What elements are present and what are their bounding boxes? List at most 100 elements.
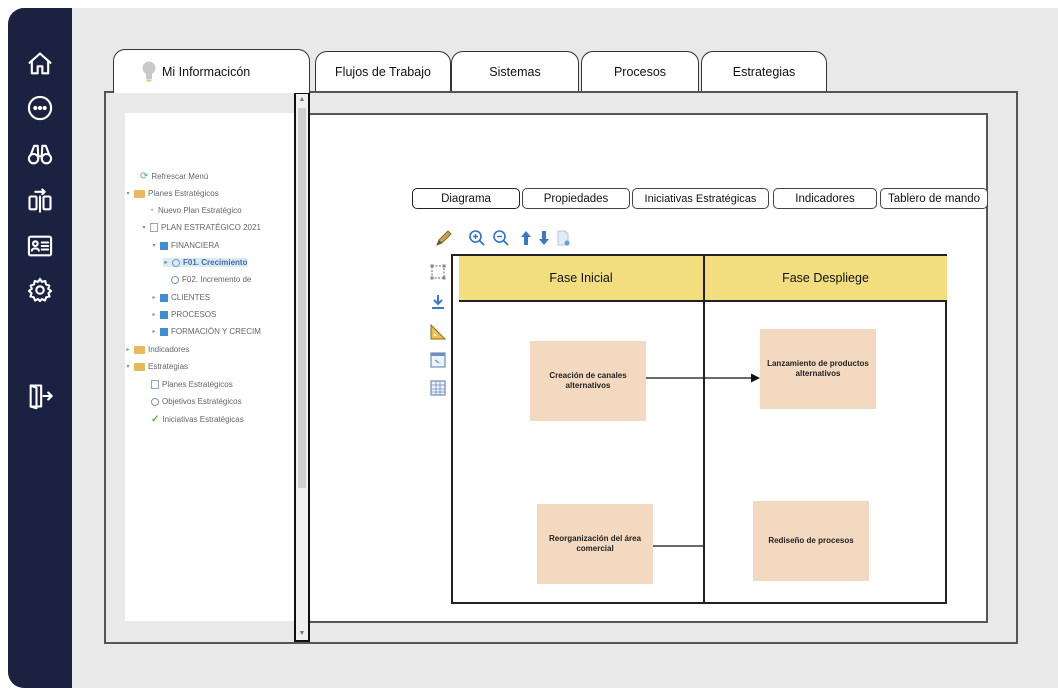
tree-item-planes-estrategicos-2[interactable]: Planes Estratégicos	[151, 380, 233, 389]
move-down-icon[interactable]	[534, 228, 554, 248]
download-icon[interactable]	[428, 292, 448, 312]
tree-item-label: Estrategias	[148, 362, 189, 371]
scroll-down-icon[interactable]: ▼	[298, 630, 306, 638]
scroll-up-icon[interactable]: ▲	[298, 96, 306, 104]
window-icon[interactable]	[428, 350, 448, 370]
plan-icon	[150, 223, 158, 232]
subtab-diagrama[interactable]: Diagrama	[412, 188, 520, 209]
navigation-tree: ⟳ Refrescar Menú ▾ Planes Estratégicos •…	[125, 113, 295, 621]
pencil-icon[interactable]	[434, 228, 454, 248]
tab-label: Mi Informacicón	[162, 64, 251, 79]
scroll-thumb[interactable]	[298, 108, 306, 488]
subtab-label: Iniciativas Estratégicas	[644, 192, 757, 205]
plan-icon	[151, 380, 159, 389]
table-icon[interactable]	[428, 378, 448, 398]
lightbulb-icon	[142, 61, 156, 82]
tree-item-label: Objetivos Estratégicos	[162, 397, 242, 406]
node-label: Reorganización del área comercial	[548, 534, 642, 553]
tree-item-label: Iniciativas Estratégicas	[162, 415, 244, 424]
tree-item-clientes[interactable]: ▸ CLIENTES	[151, 293, 210, 302]
tree-item-label: FORMACIÓN Y CRECIM	[171, 327, 261, 336]
circle-icon	[151, 397, 159, 406]
phase-header-despliege[interactable]: Fase Despliege	[704, 256, 947, 302]
zoom-out-icon[interactable]	[491, 228, 511, 248]
check-icon: ✓	[151, 414, 160, 425]
tab-mi-informacion[interactable]: Mi Informacicón	[113, 49, 310, 93]
circle-icon	[171, 275, 179, 284]
tree-item-label: Planes Estratégicos	[162, 380, 233, 389]
tree-item-objetivos[interactable]: Objetivos Estratégicos	[151, 397, 242, 406]
tree-item-procesos[interactable]: ▸ PROCESOS	[151, 310, 216, 319]
tree-item-formacion[interactable]: ▸ FORMACIÓN Y CRECIM	[151, 327, 261, 336]
select-area-icon[interactable]	[428, 262, 448, 282]
sync-icon[interactable]	[20, 180, 60, 220]
tab-label: Flujos de Trabajo	[335, 65, 431, 79]
sidebar-rail	[8, 8, 72, 688]
tab-procesos[interactable]: Procesos	[581, 51, 699, 92]
phase-label: Fase Despliege	[782, 271, 869, 285]
tree-item-iniciativas[interactable]: ✓ Iniciativas Estratégicas	[151, 414, 244, 425]
subtab-label: Propiedades	[543, 192, 609, 205]
tree-scrollbar[interactable]: ▲ ▼	[294, 92, 310, 642]
binoculars-icon[interactable]	[20, 134, 60, 174]
tab-estrategias[interactable]: Estrategias	[701, 51, 827, 92]
tree-item-label: Refrescar Menú	[151, 172, 209, 181]
cube-icon	[160, 241, 168, 250]
refresh-icon: ⟳	[140, 171, 149, 182]
tree-item-plan-2021[interactable]: ▾ PLAN ESTRATÉGICO 2021	[141, 223, 261, 232]
subtab-iniciativas[interactable]: Iniciativas Estratégicas	[632, 188, 769, 209]
phase-divider	[703, 256, 705, 604]
cube-icon	[160, 327, 168, 336]
tab-label: Estrategias	[732, 65, 796, 79]
tree-item-f01[interactable]: ▸ F01. Crecimiento	[163, 258, 248, 267]
tab-flujos-de-trabajo[interactable]: Flujos de Trabajo	[315, 51, 451, 92]
subtab-label: Tablero de mando	[887, 192, 981, 205]
phase-label: Fase Inicial	[549, 271, 613, 285]
tab-label: Sistemas	[489, 65, 541, 79]
tree-item-estrategias[interactable]: ▾ Estrategias	[125, 362, 188, 371]
id-card-icon[interactable]	[20, 226, 60, 266]
cube-icon	[160, 293, 168, 302]
tree-item-planes-estrategicos[interactable]: ▾ Planes Estratégicos	[125, 189, 219, 198]
tree-item-label: Planes Estratégicos	[148, 189, 219, 198]
tree-item-label: Indicadores	[148, 345, 190, 354]
exit-icon[interactable]	[20, 376, 60, 416]
subtab-propiedades[interactable]: Propiedades	[522, 188, 630, 209]
tab-sistemas[interactable]: Sistemas	[451, 51, 579, 92]
node-label: Creación de canales alternativos	[549, 371, 627, 390]
tree-item-label: F02. Incremento de	[182, 275, 252, 284]
tree-item-financiera[interactable]: ▾ FINANCIERA	[151, 241, 219, 250]
node-reorganizacion[interactable]: Reorganización del área comercial	[537, 504, 653, 584]
node-canales-alternativos[interactable]: Creación de canales alternativos	[530, 341, 646, 421]
gear-icon[interactable]	[20, 270, 60, 310]
page-icon[interactable]	[553, 228, 573, 248]
node-label: Rediseño de procesos	[768, 536, 854, 545]
cube-icon	[160, 310, 168, 319]
tree-item-label: Nuevo Plan Estratégico	[158, 206, 242, 215]
more-icon[interactable]	[20, 88, 60, 128]
node-lanzamiento-productos[interactable]: Lanzamiento de productos alternativos	[760, 329, 876, 409]
diagram-connectors	[646, 373, 760, 547]
circle-icon	[172, 258, 180, 267]
tree-item-label: PROCESOS	[171, 310, 217, 319]
node-rediseno-procesos[interactable]: Rediseño de procesos	[753, 501, 869, 581]
tree-item-f02[interactable]: F02. Incremento de	[171, 275, 251, 284]
arrowhead	[751, 373, 760, 383]
tree-item-label: CLIENTES	[171, 293, 211, 302]
tree-item-indicadores[interactable]: ▸ Indicadores	[125, 345, 189, 354]
folder-icon	[134, 189, 145, 198]
tree-item-refrescar[interactable]: ⟳ Refrescar Menú	[131, 171, 208, 182]
zoom-in-icon[interactable]	[467, 228, 487, 248]
move-up-icon[interactable]	[516, 228, 536, 248]
tree-item-nuevo-plan[interactable]: • Nuevo Plan Estratégico	[149, 206, 242, 215]
tree-item-label: PLAN ESTRATÉGICO 2021	[161, 223, 261, 232]
process-diagram: Fase Inicial Fase Despliege Creación de …	[451, 254, 947, 604]
home-icon[interactable]	[20, 44, 60, 84]
subtab-label: Indicadores	[795, 192, 855, 205]
subtab-indicadores[interactable]: Indicadores	[773, 188, 877, 209]
ruler-icon[interactable]	[428, 322, 448, 342]
phase-header-inicial[interactable]: Fase Inicial	[459, 256, 703, 302]
tree-item-label: F01. Crecimiento	[183, 258, 248, 267]
subtab-tablero[interactable]: Tablero de mando	[880, 188, 988, 209]
tree-item-label: FINANCIERA	[171, 241, 220, 250]
